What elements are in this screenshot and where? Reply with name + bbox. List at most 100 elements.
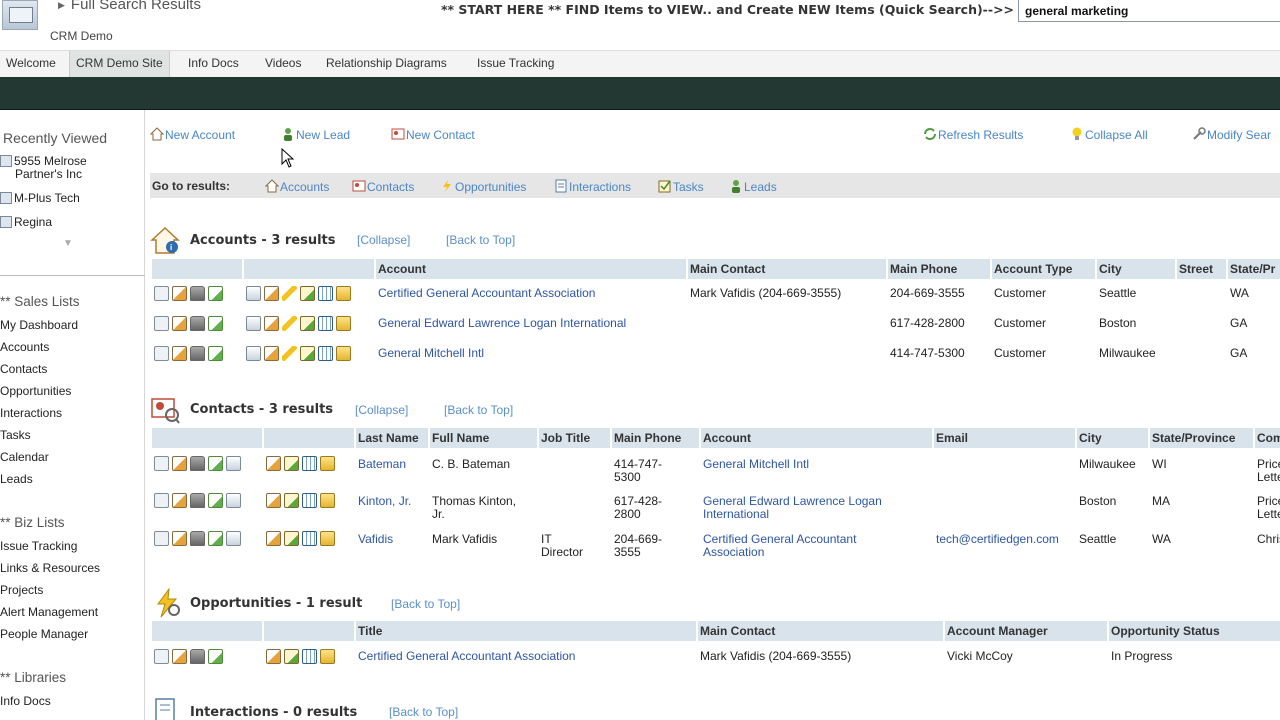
contacts-back-to-top-link[interactable]: [Back to Top]: [444, 403, 513, 417]
calendar-icon[interactable]: [302, 649, 317, 664]
task-icon[interactable]: [284, 531, 299, 546]
account-link[interactable]: General Edward Lawrence Logan Internatio…: [378, 316, 626, 330]
note-icon[interactable]: [266, 649, 281, 664]
task-icon[interactable]: [284, 649, 299, 664]
add-icon[interactable]: [208, 649, 223, 664]
calendar-icon[interactable]: [318, 316, 333, 331]
new-account-button[interactable]: New Account: [150, 127, 235, 142]
add-icon[interactable]: [208, 346, 223, 361]
col-account[interactable]: Account: [376, 259, 686, 279]
view-icon[interactable]: [154, 531, 169, 546]
sidebar-item-tasks[interactable]: Tasks: [0, 428, 31, 442]
tab-issue-tracking[interactable]: Issue Tracking: [471, 51, 560, 77]
site-name[interactable]: CRM Demo: [50, 29, 113, 43]
lightning-icon[interactable]: [282, 346, 297, 361]
tab-videos[interactable]: Videos: [259, 51, 307, 77]
account-link[interactable]: General Mitchell Intl: [703, 457, 809, 471]
tab-welcome[interactable]: Welcome: [0, 51, 62, 77]
col-last-name[interactable]: Last Name: [356, 428, 428, 448]
site-logo-icon[interactable]: [2, 0, 38, 30]
accounts-collapse-link[interactable]: [Collapse]: [357, 233, 410, 247]
task-icon[interactable]: [300, 346, 315, 361]
col-main-contact[interactable]: Main Contact: [688, 259, 886, 279]
view-icon[interactable]: [154, 286, 169, 301]
edit-icon[interactable]: [172, 346, 187, 361]
contact-icon[interactable]: [246, 346, 261, 361]
contact-icon[interactable]: [246, 316, 261, 331]
sidebar-item-people-manager[interactable]: People Manager: [0, 627, 88, 641]
col-state[interactable]: State/Province: [1150, 428, 1253, 448]
delete-icon[interactable]: [190, 346, 205, 361]
account-link[interactable]: Certified General Accountant Association: [703, 532, 856, 559]
delete-icon[interactable]: [190, 649, 205, 664]
add-icon[interactable]: [208, 493, 223, 508]
note-icon[interactable]: [264, 286, 279, 301]
col-main-contact[interactable]: Main Contact: [698, 621, 943, 641]
add-icon[interactable]: [208, 316, 223, 331]
calendar-icon[interactable]: [302, 456, 317, 471]
col-state[interactable]: State/Pr: [1228, 259, 1280, 279]
new-contact-button[interactable]: New Contact: [391, 127, 475, 142]
add-icon[interactable]: [208, 531, 223, 546]
contact-icon[interactable]: [246, 286, 261, 301]
folder-icon[interactable]: [320, 493, 335, 508]
lightning-icon[interactable]: [282, 316, 297, 331]
edit-icon[interactable]: [172, 649, 187, 664]
recent-item[interactable]: 5955 Melrose Partner's Inc: [0, 155, 87, 181]
sidebar-item-opportunities[interactable]: Opportunities: [0, 384, 71, 398]
col-opportunity-status[interactable]: Opportunity Status: [1109, 621, 1280, 641]
col-full-name[interactable]: Full Name: [430, 428, 537, 448]
opportunities-back-to-top-link[interactable]: [Back to Top]: [391, 597, 460, 611]
sidebar-item-calendar[interactable]: Calendar: [0, 450, 49, 464]
recent-item[interactable]: M-Plus Tech: [0, 192, 80, 205]
col-main-phone[interactable]: Main Phone: [612, 428, 699, 448]
calendar-icon[interactable]: [318, 346, 333, 361]
copy-icon[interactable]: [226, 531, 241, 546]
col-street[interactable]: Street: [1177, 259, 1226, 279]
note-icon[interactable]: [266, 493, 281, 508]
view-icon[interactable]: [154, 649, 169, 664]
sidebar-item-issue-tracking[interactable]: Issue Tracking: [0, 539, 77, 553]
calendar-icon[interactable]: [302, 493, 317, 508]
view-icon[interactable]: [154, 346, 169, 361]
email-link[interactable]: tech@certifiedgen.com: [936, 532, 1059, 546]
sidebar-item-projects[interactable]: Projects: [0, 583, 43, 597]
calendar-icon[interactable]: [318, 286, 333, 301]
goto-leads-link[interactable]: Leads: [729, 179, 777, 194]
view-icon[interactable]: [154, 456, 169, 471]
note-icon[interactable]: [266, 531, 281, 546]
sidebar-item-info-docs[interactable]: Info Docs: [0, 694, 51, 708]
edit-icon[interactable]: [172, 493, 187, 508]
lightning-icon[interactable]: [282, 286, 297, 301]
delete-icon[interactable]: [190, 531, 205, 546]
delete-icon[interactable]: [190, 493, 205, 508]
view-icon[interactable]: [154, 316, 169, 331]
note-icon[interactable]: [266, 456, 281, 471]
col-city[interactable]: City: [1097, 259, 1175, 279]
opportunity-title-link[interactable]: Certified General Accountant Association: [358, 649, 575, 663]
account-link[interactable]: Certified General Accountant Association: [378, 286, 595, 300]
task-icon[interactable]: [284, 456, 299, 471]
col-comments[interactable]: Comm: [1255, 428, 1280, 448]
tab-relationship-diagrams[interactable]: Relationship Diagrams: [320, 51, 453, 77]
delete-icon[interactable]: [190, 286, 205, 301]
folder-icon[interactable]: [336, 286, 351, 301]
edit-icon[interactable]: [172, 316, 187, 331]
last-name-link[interactable]: Kinton, Jr.: [358, 494, 411, 508]
interactions-back-to-top-link[interactable]: [Back to Top]: [389, 705, 458, 719]
goto-tasks-link[interactable]: Tasks: [658, 179, 704, 194]
sidebar-item-leads[interactable]: Leads: [0, 472, 33, 486]
folder-icon[interactable]: [336, 346, 351, 361]
note-icon[interactable]: [264, 346, 279, 361]
sidebar-item-interactions[interactable]: Interactions: [0, 406, 62, 420]
col-job-title[interactable]: Job Title: [539, 428, 610, 448]
copy-icon[interactable]: [226, 456, 241, 471]
task-icon[interactable]: [300, 316, 315, 331]
contacts-collapse-link[interactable]: [Collapse]: [355, 403, 408, 417]
col-account-type[interactable]: Account Type: [992, 259, 1095, 279]
tab-info-docs[interactable]: Info Docs: [182, 51, 245, 77]
edit-icon[interactable]: [172, 286, 187, 301]
delete-icon[interactable]: [190, 316, 205, 331]
col-account-manager[interactable]: Account Manager: [945, 621, 1107, 641]
note-icon[interactable]: [264, 316, 279, 331]
